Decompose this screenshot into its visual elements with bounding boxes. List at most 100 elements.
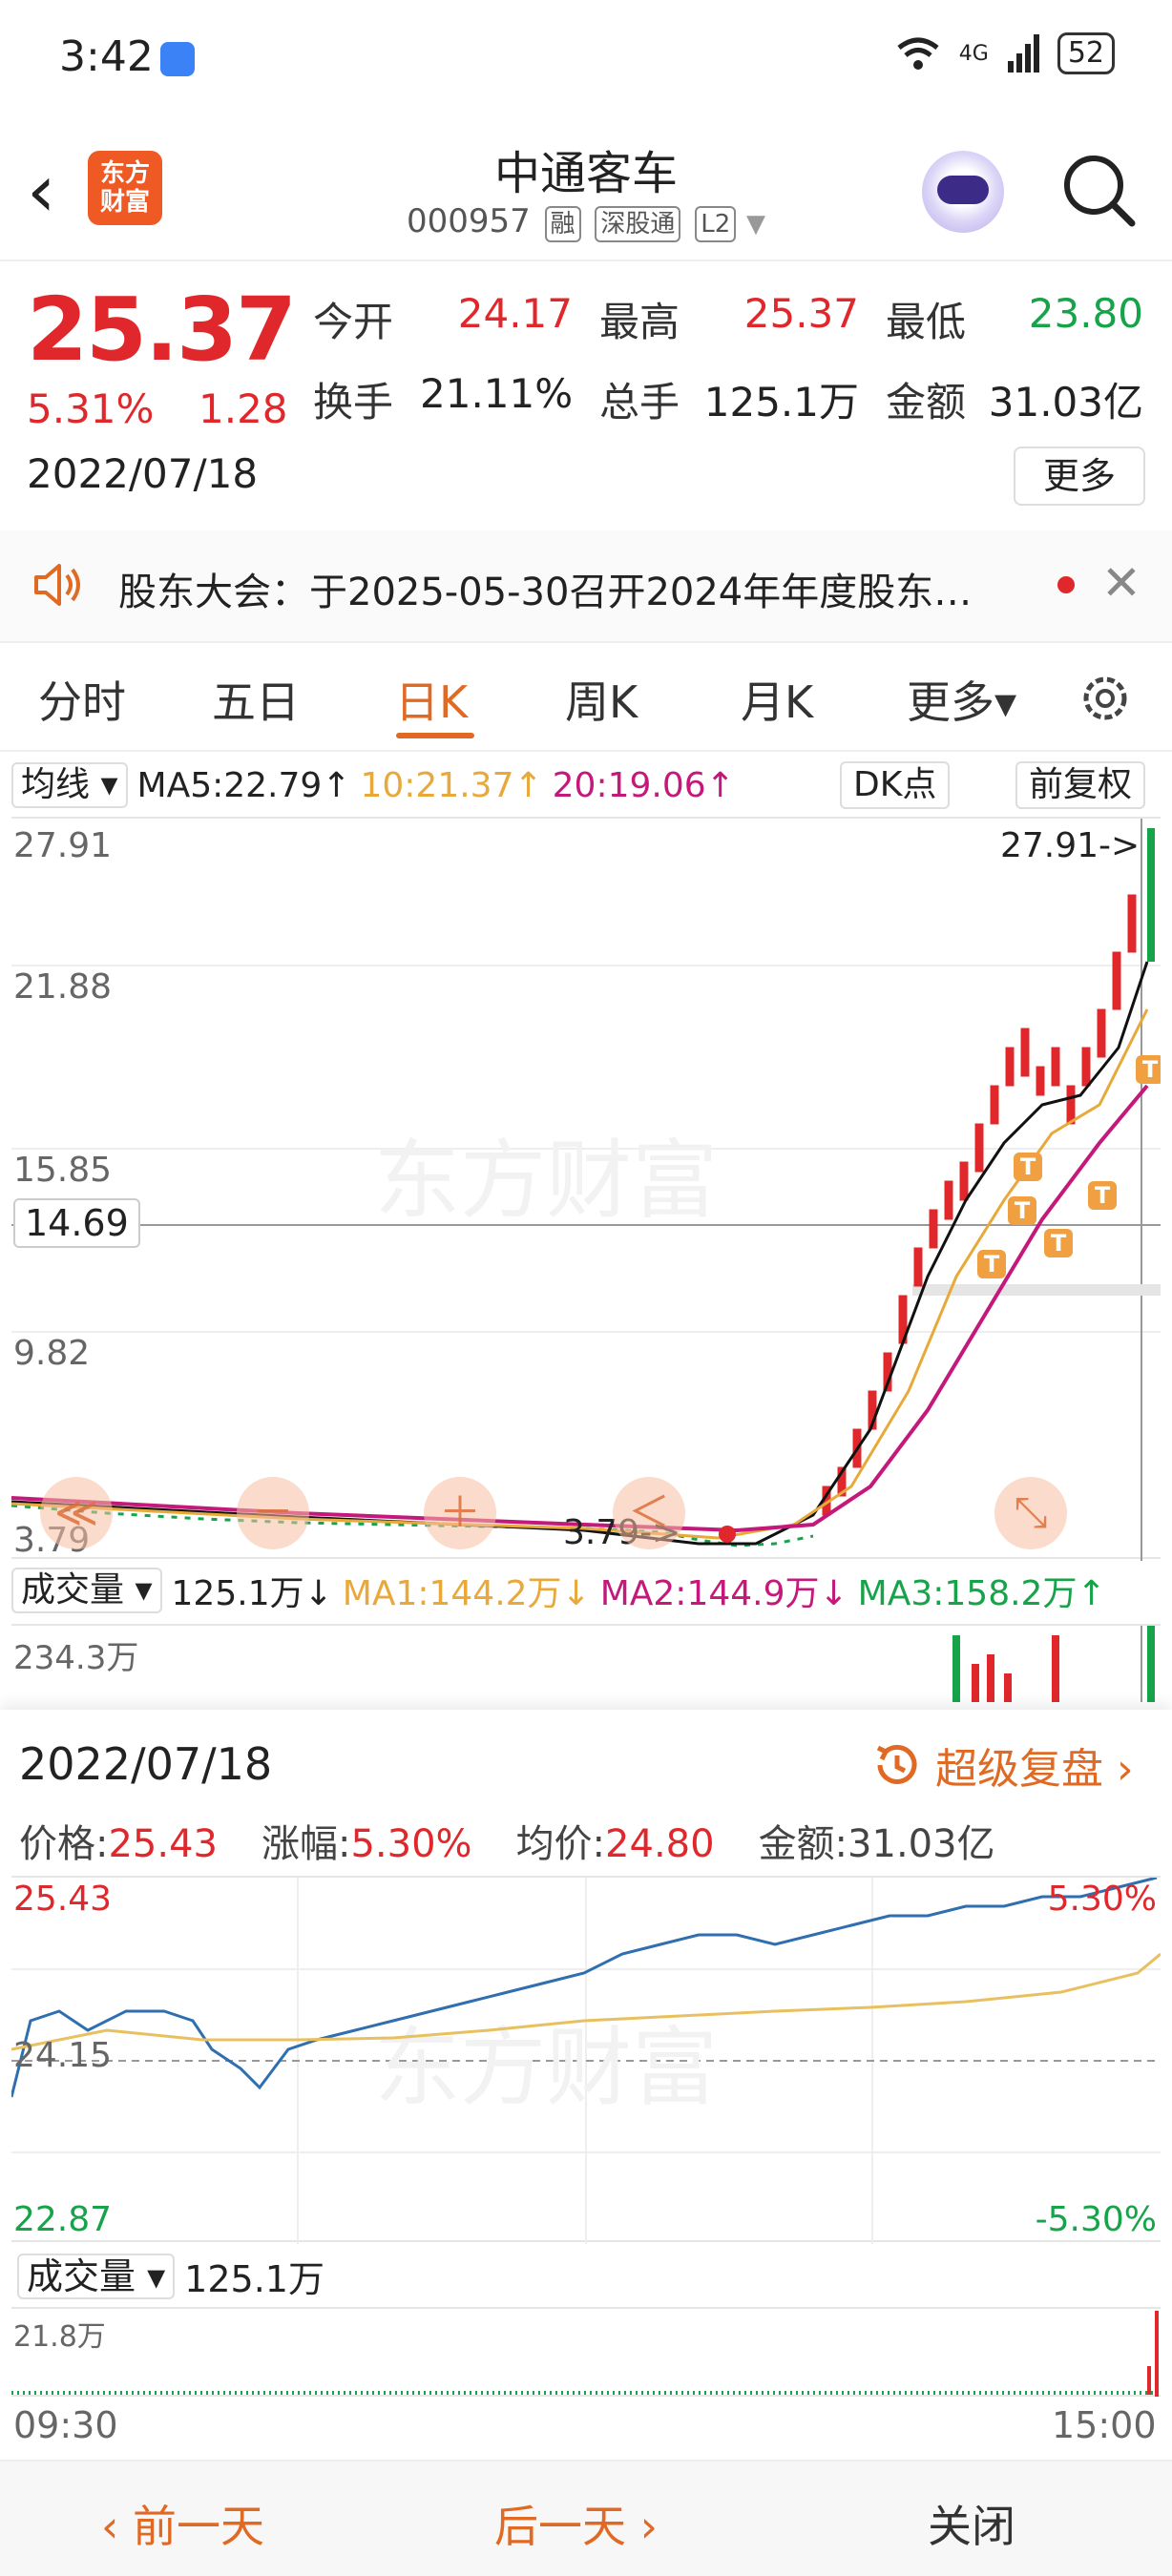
super-replay-button[interactable]: 超级复盘 › (870, 1735, 1134, 1796)
panel-date: 2022/07/18 (19, 1738, 273, 1790)
intraday-y-mid: 24.15 (13, 2036, 113, 2075)
volume-selector-label: 成交量 (21, 1570, 125, 1610)
tag-connect: 深股通 (595, 206, 681, 242)
vol-ma3: MA3:158.2万↑ (857, 1574, 1106, 1613)
low-label: 最低 (886, 299, 967, 345)
high-label: 最高 (599, 299, 680, 345)
intraday-volume-value: 125.1万 (184, 2258, 324, 2300)
tab-intraday[interactable]: 分时 (38, 668, 126, 731)
open-label: 今开 (313, 299, 394, 345)
intraday-pct-low: -5.30% (1035, 2200, 1157, 2239)
price-value: 25.43 (108, 1822, 218, 1866)
gear-icon[interactable] (1077, 670, 1134, 727)
kline-chart[interactable]: 东方财富 T T T T T T 27.91 21.88 15.85 9.82 … (10, 817, 1164, 1561)
intraday-pct-high: 5.30% (1047, 1880, 1157, 1919)
intraday-volume-selector[interactable]: 成交量 ▾ (17, 2253, 176, 2299)
intraday-canvas: 东方财富 (10, 1876, 1162, 2244)
previous-day-button[interactable]: ‹ 前一天 (101, 2492, 264, 2555)
caret-down-icon[interactable]: ▼ (746, 210, 765, 239)
avg-label: 均价: (515, 1822, 606, 1866)
next-day-button[interactable]: 后一天 › (494, 2492, 658, 2555)
svg-text:T: T (984, 1251, 1000, 1278)
tag-l2: L2 (695, 206, 737, 242)
wifi-icon (897, 37, 939, 70)
fullscreen-button[interactable]: ⤡ (994, 1477, 1067, 1549)
scroll-start-button[interactable]: ≪ (40, 1477, 113, 1549)
vol-ma2: MA2:144.9万↓ (599, 1574, 848, 1613)
tab-weekly-k[interactable]: 周K (565, 668, 638, 731)
robot-face (937, 176, 989, 204)
kline-y-label-3: 15.85 (13, 1151, 113, 1190)
ma-selector-label: 均线 (21, 765, 91, 804)
intraday-y-low: 22.87 (13, 2200, 113, 2239)
change-percent: 5.31% (27, 385, 155, 432)
svg-text:T: T (1020, 1153, 1036, 1180)
pct-value: 5.30% (350, 1822, 472, 1866)
price-label: 价格: (19, 1822, 109, 1866)
history-clock-icon (876, 1744, 917, 1784)
max-price-marker: 27.91-> (1000, 826, 1141, 865)
pct-label: 涨幅: (262, 1822, 351, 1866)
tab-monthly-k[interactable]: 月K (741, 668, 813, 731)
tabs-divider (0, 750, 1172, 752)
ma-legend-row: 均线 ▾ MA5:22.79↑ 10:21.37↑ 20:19.06↑ (11, 761, 735, 809)
intraday-volume-canvas (11, 2311, 1161, 2397)
current-price: 25.37 (27, 279, 297, 381)
unread-dot (1057, 576, 1075, 593)
volume-selector[interactable]: 成交量 ▾ (11, 1568, 162, 1613)
battery-indicator: 52 (1057, 32, 1115, 74)
intraday-volume-chart: 21.8万 (11, 2307, 1161, 2397)
crosshair-price-label: 14.69 (13, 1198, 140, 1248)
svg-text:T: T (1015, 1197, 1031, 1224)
intraday-volume-legend: 成交量 ▾ 125.1万 (17, 2250, 324, 2302)
more-button[interactable]: 更多 (1014, 447, 1145, 506)
ma20-value: 20:19.06↑ (552, 765, 735, 805)
stock-code: 000957 (406, 202, 531, 240)
volume-value: 125.1万↓ (171, 1574, 333, 1613)
high-value: 25.37 (743, 290, 859, 337)
kline-y-label-4: 9.82 (13, 1334, 91, 1373)
dk-point-button[interactable]: DK点 (840, 761, 951, 809)
turnover-label: 换手 (313, 379, 394, 426)
app-notification-icon (160, 42, 195, 76)
tab-five-day[interactable]: 五日 (212, 668, 300, 731)
change-amount: 1.28 (199, 385, 288, 432)
kline-canvas: 东方财富 T T T T T T (10, 819, 1164, 1561)
ma-selector[interactable]: 均线 ▾ (11, 762, 128, 808)
close-button[interactable]: 关闭 (928, 2492, 1015, 2555)
signal-icon (1007, 34, 1039, 73)
volume-legend-row: 成交量 ▾ 125.1万↓ MA1:144.2万↓ MA2:144.9万↓ MA… (11, 1567, 1106, 1614)
super-replay-label: 超级复盘 › (935, 1745, 1134, 1794)
volume-y-label: 234.3万 (13, 1639, 139, 1677)
zoom-out-button[interactable]: － (237, 1477, 309, 1549)
notice-text[interactable]: 股东大会：于2025-05-30召开2024年年度股东… (118, 561, 1035, 616)
volume-chart[interactable]: 234.3万 (11, 1624, 1161, 1702)
active-tab-indicator (396, 733, 474, 738)
amount-label: 金额 (886, 379, 967, 426)
tag-margin: 融 (544, 206, 581, 242)
intraday-volume-selector-label: 成交量 (27, 2254, 136, 2297)
kline-y-label-1: 27.91 (13, 826, 113, 865)
status-time: 3:42 (59, 32, 154, 81)
network-type: 4G (958, 41, 989, 66)
tab-more[interactable]: 更多▾ (907, 668, 1016, 731)
vol-ma1: MA1:144.2万↓ (342, 1574, 591, 1613)
scroll-left-button[interactable]: ＜ (613, 1477, 685, 1549)
volume-label: 总手 (599, 379, 680, 426)
time-end-label: 15:00 (1052, 2404, 1157, 2446)
svg-text:T: T (1142, 1056, 1159, 1083)
quote-date: 2022/07/18 (27, 450, 259, 497)
amount-label-2: 金额: (758, 1822, 848, 1866)
price-adjust-button[interactable]: 前复权 (1015, 761, 1146, 809)
volume-canvas (952, 1626, 1155, 1702)
tab-daily-k[interactable]: 日K (395, 668, 468, 731)
intraday-info-row: 价格:25.43 涨幅:5.30% 均价:24.80 金额:31.03亿 (19, 1813, 995, 1868)
open-value: 24.17 (457, 290, 573, 337)
zoom-in-button[interactable]: ＋ (424, 1477, 496, 1549)
header-divider (0, 260, 1172, 261)
intraday-y-high: 25.43 (13, 1880, 113, 1919)
amount-value: 31.03亿 (988, 379, 1143, 426)
search-icon[interactable] (1057, 149, 1140, 231)
close-icon[interactable]: ✕ (1101, 555, 1141, 611)
intraday-chart[interactable]: 东方财富 25.43 24.15 22.87 5.30% -5.30% (10, 1876, 1162, 2244)
